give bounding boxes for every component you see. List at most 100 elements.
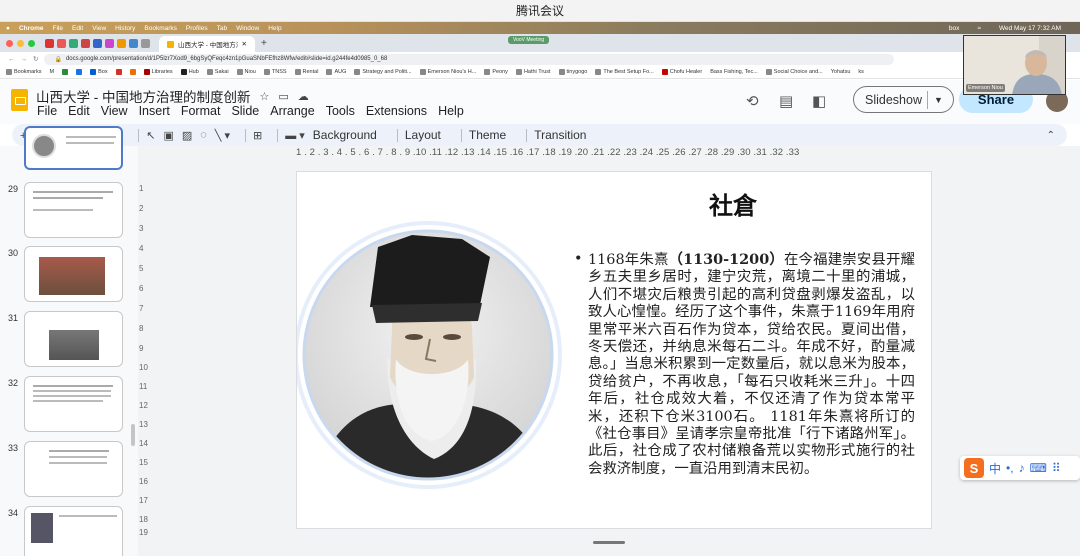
bookmark-item[interactable]: Strategy and Politi... bbox=[354, 69, 412, 75]
pinned-tab[interactable] bbox=[141, 39, 150, 48]
sogou-logo-icon[interactable]: S bbox=[964, 458, 984, 478]
slide-thumbnail[interactable] bbox=[24, 441, 123, 497]
bookmark-item[interactable]: The Best Setup Fo... bbox=[595, 69, 654, 75]
text-box-icon[interactable]: ▣ bbox=[163, 129, 173, 142]
comment-icon[interactable]: ▤ bbox=[779, 92, 793, 110]
pinned-tab[interactable] bbox=[129, 39, 138, 48]
menu-arrange[interactable]: Arrange bbox=[270, 104, 314, 118]
keyboard-icon[interactable]: ⌨ bbox=[1030, 461, 1047, 475]
forward-icon[interactable]: → bbox=[21, 56, 28, 63]
menu-file[interactable]: File bbox=[37, 104, 57, 118]
close-tab-icon[interactable]: ✕ bbox=[242, 40, 247, 48]
comment-add-icon[interactable]: ⊞ bbox=[253, 129, 262, 142]
shape-icon[interactable]: ◌ bbox=[200, 129, 207, 141]
select-icon[interactable]: ↖ bbox=[146, 129, 155, 142]
microphone-icon[interactable]: ♪ bbox=[1019, 461, 1025, 475]
pinned-tab[interactable] bbox=[69, 39, 78, 48]
participant-video[interactable]: Emerson Niou bbox=[963, 35, 1066, 95]
bookmark-item[interactable]: Peony bbox=[484, 69, 508, 75]
menu-window[interactable]: Window bbox=[236, 25, 259, 32]
filmstrip-scrollbar[interactable] bbox=[131, 424, 135, 446]
slides-logo-icon[interactable] bbox=[11, 89, 28, 111]
menu-edit[interactable]: Edit bbox=[68, 104, 90, 118]
pinned-tab[interactable] bbox=[45, 39, 54, 48]
menu-extensions[interactable]: Extensions bbox=[366, 104, 427, 118]
menu-tab[interactable]: Tab bbox=[217, 25, 227, 32]
bookmark-item[interactable]: Hathi Trust bbox=[515, 69, 551, 75]
pinned-tab[interactable] bbox=[57, 39, 66, 48]
slide-body[interactable]: 1168年朱熹（1130-1200）在今福建崇安县开耀乡五夫里乡居时，建宁灾荒，… bbox=[574, 251, 915, 478]
transition-button[interactable]: Transition bbox=[534, 128, 586, 142]
bookmark-item[interactable]: Bookmarks bbox=[6, 69, 42, 75]
menu-help[interactable]: Help bbox=[438, 104, 464, 118]
bookmark-item[interactable]: TNSS bbox=[263, 69, 287, 75]
pinned-tab[interactable] bbox=[81, 39, 90, 48]
menu-chrome[interactable]: Chrome bbox=[19, 25, 44, 32]
grid-icon[interactable]: ⠿ bbox=[1052, 461, 1061, 475]
address-bar[interactable]: 🔒 docs.google.com/presentation/d/1P5lzr7… bbox=[44, 53, 895, 65]
minimize-window-icon[interactable] bbox=[17, 39, 24, 47]
menu-view[interactable]: View bbox=[92, 25, 106, 32]
bookmark-item[interactable]: Chofu Healer bbox=[661, 69, 702, 75]
image-icon[interactable]: ▨ bbox=[182, 129, 192, 142]
slide-thumbnail[interactable] bbox=[24, 311, 123, 367]
bookmark-item[interactable]: Emerson Niou's H... bbox=[419, 69, 476, 75]
slide-thumbnail[interactable] bbox=[24, 506, 123, 556]
bookmark-item[interactable]: Yohatsu bbox=[831, 69, 851, 75]
slide-thumbnail[interactable] bbox=[24, 376, 123, 432]
cloud-icon[interactable]: ☁ bbox=[298, 90, 309, 103]
menu-profiles[interactable]: Profiles bbox=[186, 25, 208, 32]
pinned-tab[interactable] bbox=[117, 39, 126, 48]
bookmark-item[interactable]: Rental bbox=[294, 69, 318, 75]
bookmark-item[interactable]: Niou bbox=[236, 69, 256, 75]
doc-title[interactable]: 山西大学 - 中国地方治理的制度创新 bbox=[36, 86, 251, 106]
star-icon[interactable]: ☆ bbox=[260, 90, 270, 103]
menu-help[interactable]: Help bbox=[268, 25, 281, 32]
meet-icon[interactable]: ◧ bbox=[812, 92, 826, 110]
slide-title[interactable]: 社倉 bbox=[709, 186, 757, 221]
bookmark-item[interactable]: ks bbox=[858, 69, 864, 75]
bookmark-item[interactable] bbox=[62, 69, 69, 75]
menu-bookmarks[interactable]: Bookmarks bbox=[144, 25, 177, 32]
bookmark-item[interactable]: Box bbox=[90, 69, 108, 75]
folder-icon[interactable]: ▭ bbox=[278, 90, 288, 103]
bookmark-item[interactable] bbox=[129, 69, 136, 75]
background-button[interactable]: Background bbox=[313, 128, 377, 142]
notes-resize-handle[interactable] bbox=[593, 541, 625, 544]
menu-tools[interactable]: Tools bbox=[326, 104, 355, 118]
menu-history[interactable]: History bbox=[115, 25, 135, 32]
bookmark-item[interactable]: AUG bbox=[326, 69, 346, 75]
menu-insert[interactable]: Insert bbox=[139, 104, 170, 118]
active-tab[interactable]: 山西大学 - 中国地方治理的制度 ✕ bbox=[159, 36, 255, 52]
bookmark-item[interactable]: Bass Fishing, Tec... bbox=[710, 69, 758, 75]
menu-edit[interactable]: Edit bbox=[72, 25, 83, 32]
theme-button[interactable]: Theme bbox=[469, 128, 506, 142]
new-tab-icon[interactable]: + bbox=[261, 38, 267, 49]
bookmark-item[interactable] bbox=[76, 69, 83, 75]
bookmark-item[interactable]: Social Choice and... bbox=[765, 69, 823, 75]
pinned-tab[interactable] bbox=[93, 39, 102, 48]
bookmark-item[interactable]: tinygogo bbox=[558, 69, 587, 75]
slideshow-button[interactable]: Slideshow ▼ bbox=[853, 86, 954, 113]
bookmark-item[interactable]: Hub bbox=[180, 69, 199, 75]
bookmark-item[interactable]: Sakai bbox=[206, 69, 229, 75]
clock[interactable]: Wed May 17 7:32 AM bbox=[999, 25, 1061, 32]
apple-icon[interactable]: ● bbox=[6, 25, 10, 32]
menu-format[interactable]: Format bbox=[181, 104, 221, 118]
reload-icon[interactable]: ↻ bbox=[33, 55, 38, 63]
line-icon[interactable]: ╲ ▾ bbox=[215, 129, 230, 142]
ime-mode[interactable]: 中 bbox=[989, 460, 1001, 477]
menu-file[interactable]: File bbox=[53, 25, 63, 32]
bookmark-item[interactable]: Libraries bbox=[143, 69, 173, 75]
pinned-tab[interactable] bbox=[105, 39, 114, 48]
wifi-icon[interactable]: ≈ bbox=[977, 25, 981, 32]
history-icon[interactable]: ⟲ bbox=[746, 92, 759, 110]
layout-button[interactable]: Layout bbox=[405, 128, 441, 142]
fill-color-icon[interactable]: ▬ ▾ bbox=[285, 129, 305, 142]
maximize-window-icon[interactable] bbox=[28, 39, 35, 47]
slide-thumbnail[interactable] bbox=[24, 246, 123, 302]
slide[interactable]: 社倉 1168年朱熹（1130-1200）在今福建崇安县开耀乡五夫里乡居时，建宁… bbox=[296, 171, 932, 529]
meeting-chip[interactable]: VooV Meeting bbox=[508, 36, 550, 44]
slide-thumbnail[interactable] bbox=[24, 126, 123, 170]
chevron-down-icon[interactable]: ▼ bbox=[934, 95, 943, 105]
